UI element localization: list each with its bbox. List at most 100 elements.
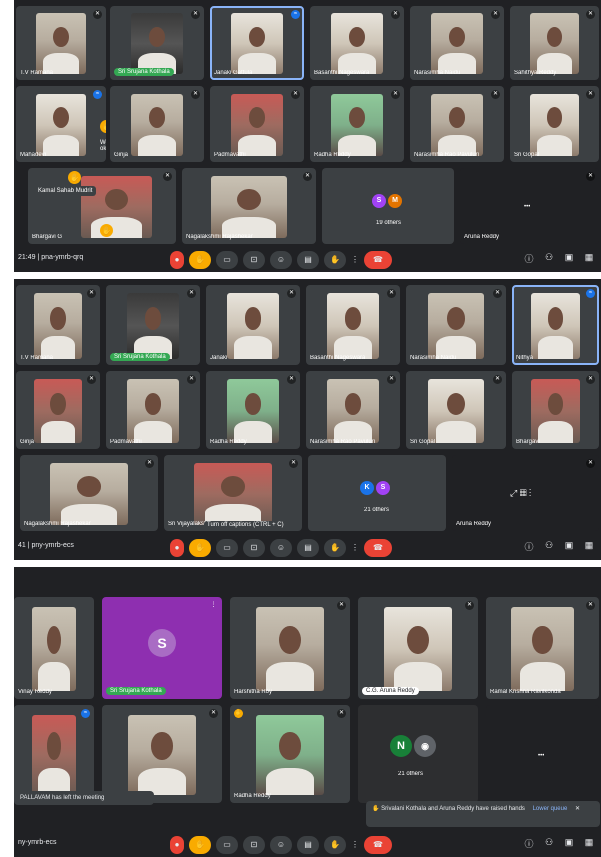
hang-up-button[interactable]: ☎	[364, 539, 392, 557]
participant-tile[interactable]: Radha Reddy ✕	[206, 371, 300, 449]
captions-button[interactable]: ⊡	[243, 251, 265, 269]
more-options-icon[interactable]: ⋮	[209, 601, 218, 610]
participant-name: Narasimha Rao Pavuluri	[414, 152, 480, 158]
captions-button[interactable]: ⊡	[243, 539, 265, 557]
participant-tile[interactable]: Narasimha Rao Pavuluri ✕	[306, 371, 400, 449]
participant-name: Radha Reddy	[314, 152, 351, 158]
info-icon[interactable]: ⓘ	[523, 252, 535, 265]
mic-off-button[interactable]: ●	[170, 539, 184, 557]
tile-controls-icon[interactable]: ⤢ ▦ ⋮	[510, 488, 531, 499]
others-count: 21 others	[398, 771, 424, 777]
more-options-icon[interactable]: ⋮	[351, 539, 359, 557]
emoji-button[interactable]: ☺	[270, 836, 292, 854]
camera-button[interactable]: ▭	[216, 539, 238, 557]
hand-button[interactable]: ✋	[324, 539, 346, 557]
hand-button[interactable]: ✋	[324, 251, 346, 269]
participant-tile[interactable]: S Sri Srujana Kothala ⋮	[102, 597, 222, 699]
hang-up-button[interactable]: ☎	[364, 251, 392, 269]
raise-hand-button[interactable]: ✋	[189, 836, 211, 854]
participant-tile[interactable]: Basanthi Nageswara ✕	[306, 285, 400, 365]
participant-tile[interactable]: Janaki Gattula ≈	[210, 6, 304, 80]
participant-tile[interactable]: Padmavathi ✕	[210, 86, 304, 162]
camera-button[interactable]: ▭	[216, 836, 238, 854]
mic-off-icon: ✕	[287, 375, 296, 384]
activities-icon[interactable]: ▦	[583, 252, 595, 265]
present-button[interactable]: ▤	[297, 539, 319, 557]
participant-tile[interactable]: Padmavathi ✕	[106, 371, 200, 449]
participant-tile[interactable]: ≈	[14, 705, 94, 803]
raise-hand-button[interactable]: ✋	[189, 251, 211, 269]
participant-tile[interactable]: Ramal Krishna Ravilkonda ✕	[486, 597, 599, 699]
more-options-icon[interactable]: ⋮	[351, 836, 359, 854]
more-options-icon[interactable]: ⋮	[351, 251, 359, 269]
dots-icon: •••	[524, 204, 531, 210]
captions-button[interactable]: ⊡	[243, 836, 265, 854]
hand-button[interactable]: ✋	[324, 836, 346, 854]
mic-off-icon: ✕	[145, 459, 154, 468]
chat-icon[interactable]: ▣	[563, 252, 575, 265]
mic-off-button[interactable]: ●	[170, 251, 184, 269]
emoji-button[interactable]: ☺	[270, 251, 292, 269]
camera-button[interactable]: ▭	[216, 251, 238, 269]
activities-icon[interactable]: ▦	[583, 540, 595, 553]
participant-tile[interactable]: Sahithya Reddy ✕	[510, 6, 599, 80]
lower-queue-link[interactable]: Lower queue	[533, 806, 568, 812]
participant-tile[interactable]: Sri Gopal ✕	[510, 86, 599, 162]
participant-tile[interactable]: Sri Srujana Kothala ✕	[110, 6, 204, 80]
participant-tile[interactable]: Mahadevi ≈ ✋ Well, ok	[16, 86, 106, 162]
participant-tile[interactable]: T.V Ramana ✕	[16, 285, 100, 365]
participant-tile[interactable]: ✋ Radha Reddy ✕	[230, 705, 350, 803]
mic-off-button[interactable]: ●	[170, 836, 184, 854]
others-tile[interactable]: S M 19 others	[322, 168, 454, 244]
participant-tile[interactable]: Vinay Reddy	[14, 597, 94, 699]
participant-tile[interactable]: ✋ Kamal Sahab Mudrit ✋ Bhargavi G ✕	[28, 168, 176, 244]
participant-tile[interactable]: Narasimha Naidu ✕	[410, 6, 504, 80]
participant-tile[interactable]: Bhargavi ✕	[512, 371, 599, 449]
participant-tile[interactable]: Nithya ≈	[512, 285, 599, 365]
participant-name: Sahithya Reddy	[514, 70, 557, 76]
others-tile[interactable]: K S 21 others	[308, 455, 446, 531]
close-icon[interactable]: ✕	[575, 806, 580, 812]
participant-tile[interactable]: Aruna Reddy ✕ ⤢ ▦ ⋮	[452, 455, 599, 531]
participant-tile[interactable]: Narasimha Naidu ✕	[406, 285, 506, 365]
emoji-button[interactable]: ☺	[270, 539, 292, 557]
participant-video	[35, 13, 87, 75]
participant-tile[interactable]: ✕	[102, 705, 222, 803]
raised-hand-label: Kamal Sahab Mudrit	[34, 186, 97, 196]
info-icon[interactable]: ⓘ	[523, 540, 535, 553]
participant-tile[interactable]: Aruna Reddy ✕ •••	[460, 168, 599, 244]
people-icon[interactable]: ⚇	[543, 837, 555, 850]
participant-tile[interactable]: Radha Reddy ✕	[310, 86, 404, 162]
present-button[interactable]: ▤	[297, 836, 319, 854]
participant-name: Janaki Gattula	[214, 70, 253, 76]
participant-tile[interactable]: Nagalakshmi Rajashekar ✕	[182, 168, 316, 244]
chat-icon[interactable]: ▣	[563, 540, 575, 553]
present-button[interactable]: ▤	[297, 251, 319, 269]
participant-tile[interactable]: •••	[486, 705, 599, 803]
participant-video	[50, 462, 128, 525]
participant-video	[230, 93, 284, 156]
mic-off-icon: ✕	[391, 90, 400, 99]
participant-name: Vinay Reddy	[18, 689, 52, 695]
people-icon[interactable]: ⚇	[543, 540, 555, 553]
participant-tile[interactable]: Narasimha Rao Pavuluri ✕	[410, 86, 504, 162]
participant-tile[interactable]: Basanthi Nageswara ✕	[310, 6, 404, 80]
participant-tile[interactable]: C.G. Aruna Reddy ✕	[358, 597, 478, 699]
raise-hand-button[interactable]: ✋	[189, 539, 211, 557]
participant-tile[interactable]: Sri Gopal ✕	[406, 371, 506, 449]
participant-tile[interactable]: Sri Vijayalakshmi Turn off captions (CTR…	[164, 455, 302, 531]
participant-tile[interactable]: Nagalakshmi Rajashekar ✕	[20, 455, 158, 531]
people-icon[interactable]: ⚇	[543, 252, 555, 265]
hang-up-button[interactable]: ☎	[364, 836, 392, 854]
info-icon[interactable]: ⓘ	[523, 837, 535, 850]
participant-name: Sri Gopal	[514, 152, 540, 158]
participant-tile[interactable]: Girija ✕	[110, 86, 204, 162]
participant-tile[interactable]: Girija ✕	[16, 371, 100, 449]
chat-icon[interactable]: ▣	[563, 837, 575, 850]
participant-tile[interactable]: Sri Srujana Kothala ✕	[106, 285, 200, 365]
activities-icon[interactable]: ▦	[583, 837, 595, 850]
participant-tile[interactable]: T.V Ramana ✕	[16, 6, 106, 80]
participant-tile[interactable]: Harshitha Roy ✕	[230, 597, 350, 699]
participant-tile[interactable]: Janaki ✕	[206, 285, 300, 365]
others-tile[interactable]: N ◉ 21 others	[358, 705, 478, 803]
